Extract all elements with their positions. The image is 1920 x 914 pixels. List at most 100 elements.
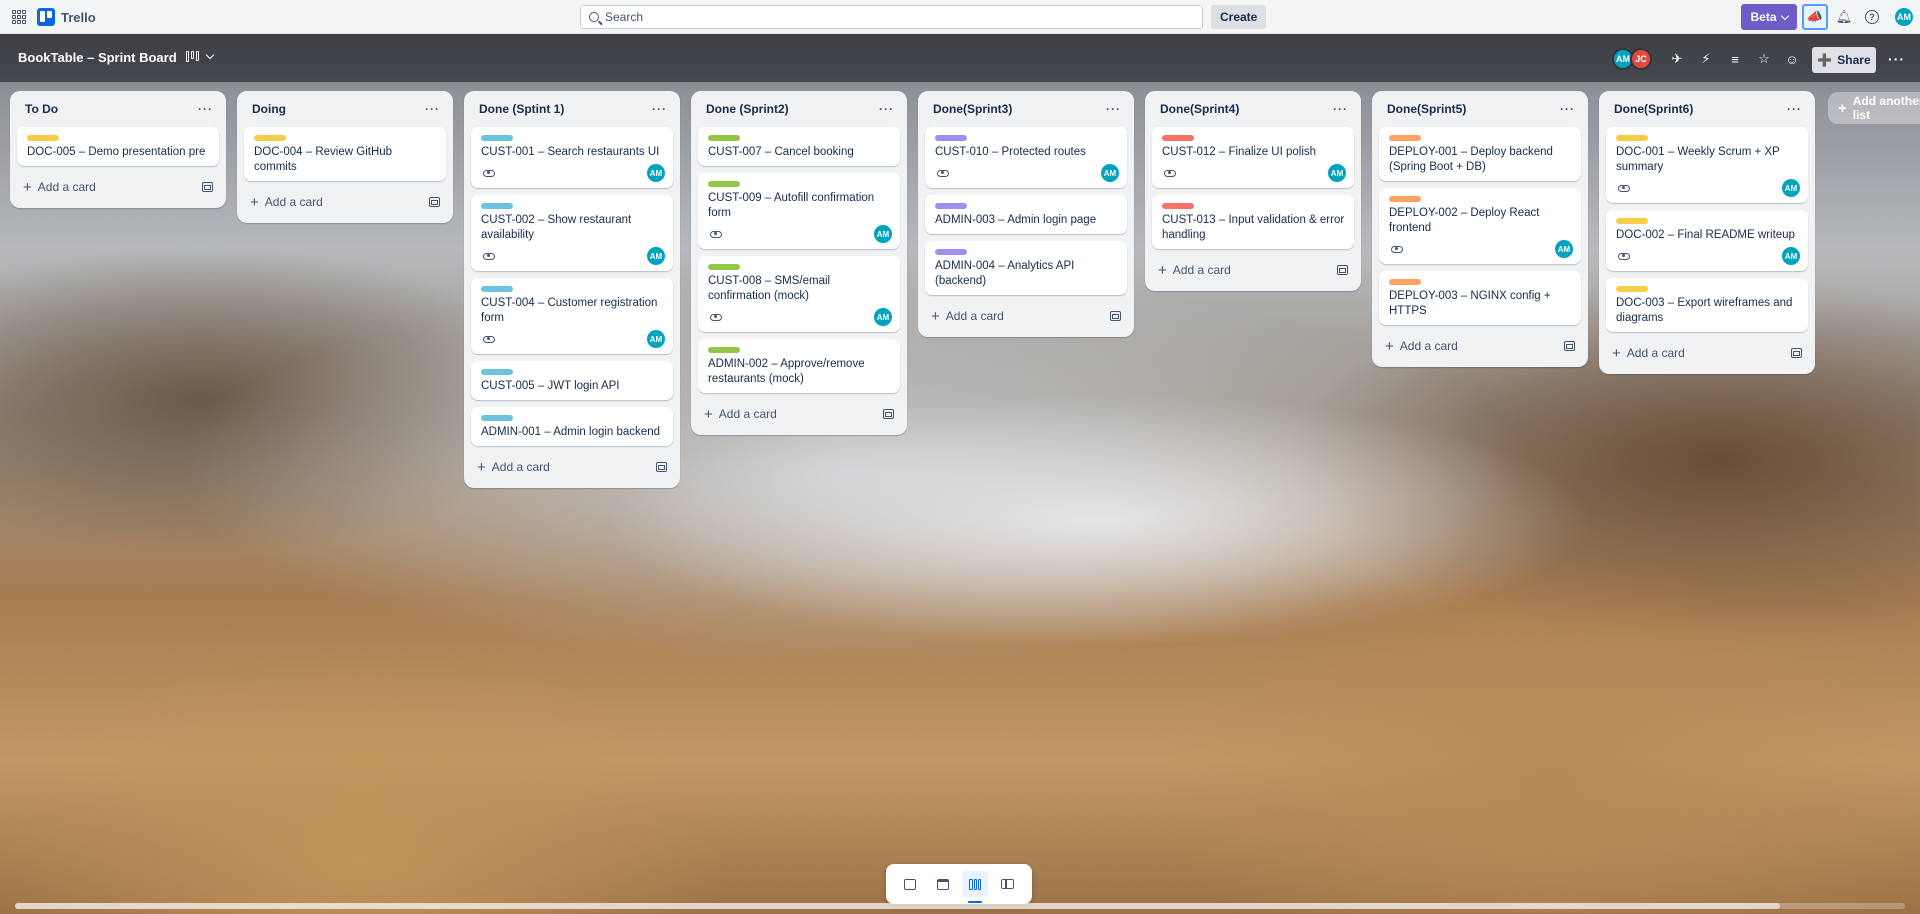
card[interactable]: DOC-005 – Demo presentation pre bbox=[17, 127, 219, 166]
card[interactable]: DEPLOY-001 – Deploy backend (Spring Boot… bbox=[1379, 127, 1581, 181]
card-label[interactable] bbox=[935, 203, 967, 209]
add-card-button[interactable]: + Add a card bbox=[931, 309, 1004, 324]
card-template-icon[interactable] bbox=[1791, 348, 1802, 358]
scrollbar-thumb[interactable] bbox=[15, 903, 1780, 909]
add-card-button[interactable]: + Add a card bbox=[477, 460, 550, 475]
card-label[interactable] bbox=[935, 135, 967, 141]
card-template-icon[interactable] bbox=[202, 182, 213, 192]
megaphone-icon[interactable]: 📣 bbox=[1802, 4, 1828, 30]
notifications-icon[interactable]: 🔔︎ bbox=[1834, 7, 1854, 27]
card[interactable]: DEPLOY-002 – Deploy React frontend AM bbox=[1379, 188, 1581, 264]
card[interactable]: ADMIN-004 – Analytics API (backend) bbox=[925, 241, 1127, 295]
card[interactable]: ADMIN-003 – Admin login page bbox=[925, 195, 1127, 234]
list-title[interactable]: Done (Sptint 1) bbox=[479, 102, 564, 116]
star-icon[interactable]: ☆ bbox=[1755, 50, 1773, 68]
search-box[interactable] bbox=[580, 5, 1203, 29]
list-menu-icon[interactable]: ··· bbox=[425, 102, 440, 116]
card-template-icon[interactable] bbox=[1110, 311, 1121, 321]
card-label[interactable] bbox=[481, 286, 513, 292]
list-menu-icon[interactable]: ··· bbox=[652, 102, 667, 116]
help-icon[interactable]: ? bbox=[1862, 7, 1882, 27]
search-input[interactable] bbox=[605, 10, 1185, 24]
add-card-button[interactable]: + Add a card bbox=[1385, 339, 1458, 354]
card-member-avatar[interactable]: AM bbox=[647, 247, 665, 265]
create-button[interactable]: Create bbox=[1211, 5, 1267, 29]
card-template-icon[interactable] bbox=[656, 462, 667, 472]
card[interactable]: DOC-001 – Weekly Scrum + XP summary AM bbox=[1606, 127, 1808, 203]
list-menu-icon[interactable]: ··· bbox=[1560, 102, 1575, 116]
card[interactable]: ADMIN-002 – Approve/remove restaurants (… bbox=[698, 339, 900, 393]
card-label[interactable] bbox=[708, 347, 740, 353]
app-switcher-icon[interactable] bbox=[12, 10, 26, 24]
inbox-button[interactable] bbox=[897, 871, 923, 897]
card-label[interactable] bbox=[481, 369, 513, 375]
card[interactable]: CUST-008 – SMS/email confirmation (mock)… bbox=[698, 256, 900, 332]
card[interactable]: DOC-002 – Final README writeup AM bbox=[1606, 210, 1808, 271]
card-member-avatar[interactable]: AM bbox=[647, 164, 665, 182]
card-template-icon[interactable] bbox=[883, 409, 894, 419]
card-label[interactable] bbox=[481, 415, 513, 421]
card[interactable]: CUST-002 – Show restaurant availability A… bbox=[471, 195, 673, 271]
visibility-icon[interactable]: ☺ bbox=[1783, 50, 1801, 68]
card-member-avatar[interactable]: AM bbox=[1101, 164, 1119, 182]
card-template-icon[interactable] bbox=[429, 197, 440, 207]
card-member-avatar[interactable]: AM bbox=[1555, 240, 1573, 258]
card-label[interactable] bbox=[935, 249, 967, 255]
card[interactable]: CUST-013 – Input validation & error hand… bbox=[1152, 195, 1354, 249]
board-button[interactable] bbox=[962, 871, 989, 903]
planner-button[interactable] bbox=[930, 871, 956, 897]
beta-button[interactable]: Beta bbox=[1741, 4, 1797, 30]
card-member-avatar[interactable]: AM bbox=[874, 308, 892, 326]
rocket-icon[interactable]: ✈︎ bbox=[1668, 50, 1686, 68]
card[interactable]: CUST-005 – JWT login API bbox=[471, 361, 673, 400]
list-title[interactable]: Done(Sprint6) bbox=[1614, 102, 1693, 116]
share-button[interactable]: ➕ Share bbox=[1812, 47, 1876, 73]
list-title[interactable]: Doing bbox=[252, 102, 286, 116]
card-label[interactable] bbox=[481, 203, 513, 209]
board-members[interactable]: AM JC bbox=[1612, 48, 1652, 70]
list-menu-icon[interactable]: ··· bbox=[879, 102, 894, 116]
card-label[interactable] bbox=[1389, 135, 1421, 141]
list-title[interactable]: To Do bbox=[25, 102, 58, 116]
card-label[interactable] bbox=[27, 135, 59, 141]
card[interactable]: DEPLOY-003 – NGINX config + HTTPS bbox=[1379, 271, 1581, 325]
card-label[interactable] bbox=[1616, 218, 1648, 224]
card-label[interactable] bbox=[708, 181, 740, 187]
card-member-avatar[interactable]: AM bbox=[874, 225, 892, 243]
card-label[interactable] bbox=[708, 264, 740, 270]
card[interactable]: DOC-004 – Review GitHub commits bbox=[244, 127, 446, 181]
card[interactable]: ADMIN-001 – Admin login backend bbox=[471, 407, 673, 446]
card[interactable]: DOC-003 – Export wireframes and diagrams bbox=[1606, 278, 1808, 332]
card-member-avatar[interactable]: AM bbox=[1782, 247, 1800, 265]
card[interactable]: CUST-004 – Customer registration form AM bbox=[471, 278, 673, 354]
lightning-icon[interactable]: ⚡︎ bbox=[1697, 50, 1715, 68]
filter-icon[interactable]: ≡ bbox=[1726, 50, 1744, 68]
card-label[interactable] bbox=[1616, 135, 1648, 141]
card-label[interactable] bbox=[1389, 196, 1421, 202]
card[interactable]: CUST-007 – Cancel booking bbox=[698, 127, 900, 166]
add-card-button[interactable]: + Add a card bbox=[704, 407, 777, 422]
card-member-avatar[interactable]: AM bbox=[1328, 164, 1346, 182]
card-label[interactable] bbox=[1616, 286, 1648, 292]
list-title[interactable]: Done (Sprint2) bbox=[706, 102, 789, 116]
card-label[interactable] bbox=[708, 135, 740, 141]
list-title[interactable]: Done(Sprint4) bbox=[1160, 102, 1239, 116]
horizontal-scrollbar[interactable] bbox=[15, 903, 1905, 909]
list-menu-icon[interactable]: ··· bbox=[1333, 102, 1348, 116]
card[interactable]: CUST-010 – Protected routes AM bbox=[925, 127, 1127, 188]
card-template-icon[interactable] bbox=[1564, 341, 1575, 351]
more-options-icon[interactable]: ··· bbox=[1888, 51, 1905, 67]
list-menu-icon[interactable]: ··· bbox=[198, 102, 213, 116]
add-card-button[interactable]: + Add a card bbox=[1612, 346, 1685, 361]
board-view-switcher[interactable] bbox=[186, 50, 215, 62]
switch-boards-button[interactable] bbox=[995, 871, 1021, 897]
card-template-icon[interactable] bbox=[1337, 265, 1348, 275]
card[interactable]: CUST-001 – Search restaurants UI AM bbox=[471, 127, 673, 188]
card-label[interactable] bbox=[1162, 203, 1194, 209]
list-title[interactable]: Done(Sprint3) bbox=[933, 102, 1012, 116]
card[interactable]: CUST-012 – Finalize UI polish AM bbox=[1152, 127, 1354, 188]
card-label[interactable] bbox=[1389, 279, 1421, 285]
card[interactable]: CUST-009 – Autofill confirmation form AM bbox=[698, 173, 900, 249]
add-list-button[interactable]: + Add another list bbox=[1828, 92, 1920, 124]
card-label[interactable] bbox=[254, 135, 286, 141]
